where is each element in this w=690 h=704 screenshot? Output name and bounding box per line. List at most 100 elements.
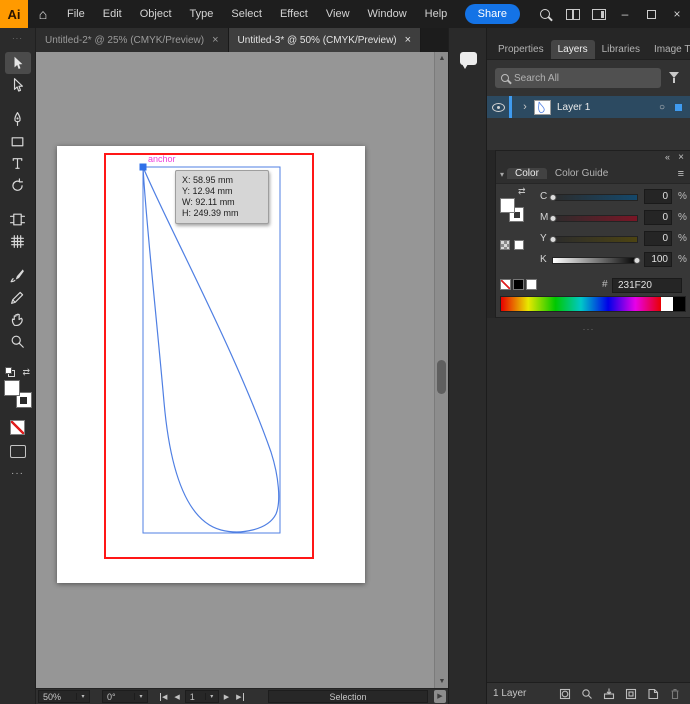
slider-thumb-m[interactable] bbox=[549, 215, 557, 222]
visibility-cell[interactable] bbox=[487, 102, 509, 112]
spectrum-rainbow[interactable] bbox=[501, 297, 662, 311]
slider-track-c[interactable] bbox=[549, 194, 638, 201]
slider-track-y[interactable] bbox=[549, 236, 638, 243]
dock-tab-libraries[interactable]: Libraries bbox=[595, 40, 647, 59]
next-artboard-icon[interactable]: ▶ bbox=[222, 693, 231, 701]
layers-search-input[interactable] bbox=[514, 72, 634, 84]
menu-edit[interactable]: Edit bbox=[94, 0, 131, 28]
zoom-control[interactable]: 50% ▾ bbox=[38, 690, 90, 703]
document-tab-2[interactable]: Untitled-3* @ 50% (CMYK/Preview) × bbox=[228, 28, 422, 52]
pattern-swatch-icon[interactable] bbox=[500, 240, 510, 250]
slider-value-k[interactable]: 100 bbox=[644, 252, 672, 267]
artboard-caret-icon[interactable]: ▾ bbox=[204, 693, 218, 700]
close-button[interactable]: × bbox=[664, 0, 690, 28]
dock-tab-properties[interactable]: Properties bbox=[491, 40, 551, 59]
share-button[interactable]: Share bbox=[464, 4, 520, 24]
rotation-control[interactable]: 0° ▾ bbox=[102, 690, 148, 703]
slider-thumb-c[interactable] bbox=[549, 194, 557, 201]
menu-file[interactable]: File bbox=[58, 0, 94, 28]
layer-name[interactable]: Layer 1 bbox=[557, 102, 659, 113]
menu-object[interactable]: Object bbox=[131, 0, 181, 28]
slider-thumb-k[interactable] bbox=[633, 257, 641, 264]
layers-search-box[interactable] bbox=[495, 68, 661, 88]
layer-thumbnail[interactable] bbox=[534, 99, 551, 115]
artboard-number-control[interactable]: 1 ▾ bbox=[184, 690, 219, 703]
delete-layer-icon[interactable] bbox=[668, 687, 682, 701]
arrange-documents-icon[interactable] bbox=[566, 8, 580, 20]
hand-tool[interactable] bbox=[5, 308, 31, 330]
last-color-swatch[interactable] bbox=[514, 240, 524, 250]
white-swatch[interactable] bbox=[526, 279, 537, 290]
filter-icon[interactable] bbox=[668, 72, 680, 83]
menu-type[interactable]: Type bbox=[181, 0, 223, 28]
slider-track-k[interactable] bbox=[552, 257, 641, 264]
pen-tool[interactable] bbox=[5, 108, 31, 130]
restore-button[interactable] bbox=[638, 0, 664, 28]
swap-fill-stroke-icon[interactable]: ⇄ bbox=[22, 367, 30, 377]
document-tab-1[interactable]: Untitled-2* @ 25% (CMYK/Preview) × bbox=[36, 28, 229, 52]
selection-tool[interactable] bbox=[4, 52, 31, 74]
slider-value-y[interactable]: 0 bbox=[644, 231, 672, 246]
home-icon[interactable]: ⌂ bbox=[28, 6, 58, 22]
type-tool[interactable] bbox=[5, 152, 31, 174]
paintbrush-tool[interactable] bbox=[5, 264, 31, 286]
menu-effect[interactable]: Effect bbox=[271, 0, 317, 28]
chevron-down-icon[interactable]: ▾ bbox=[498, 170, 507, 183]
canvas-vertical-scrollbar[interactable]: ▲ ▼ bbox=[434, 52, 448, 688]
black-swatch[interactable] bbox=[513, 279, 524, 290]
new-layer-icon[interactable] bbox=[646, 687, 660, 701]
slider-thumb-y[interactable] bbox=[549, 236, 557, 243]
scroll-down-icon[interactable]: ▼ bbox=[435, 675, 449, 688]
tab-close-icon[interactable]: × bbox=[405, 34, 411, 46]
layer-row[interactable]: › Layer 1 ○ bbox=[487, 96, 690, 118]
selection-indicator[interactable] bbox=[675, 103, 682, 111]
make-clipping-mask-icon[interactable] bbox=[558, 687, 572, 701]
scroll-up-icon[interactable]: ▲ bbox=[435, 52, 449, 65]
close-panel-icon[interactable]: × bbox=[678, 151, 684, 164]
panel-menu-icon[interactable]: ≡ bbox=[678, 168, 684, 180]
illustrator-logo[interactable]: Ai bbox=[0, 0, 28, 28]
artboard-tool[interactable] bbox=[5, 208, 31, 230]
target-circle-icon[interactable]: ○ bbox=[659, 102, 665, 113]
spectrum-white[interactable] bbox=[661, 297, 674, 311]
zoom-caret-icon[interactable]: ▾ bbox=[76, 693, 89, 700]
scroll-right-icon[interactable]: ▶ bbox=[434, 690, 446, 703]
collect-for-export-icon[interactable] bbox=[602, 687, 616, 701]
pencil-tool[interactable] bbox=[5, 286, 31, 308]
menu-view[interactable]: View bbox=[317, 0, 359, 28]
none-color-button[interactable] bbox=[10, 420, 25, 435]
default-fill-stroke-icon[interactable] bbox=[5, 367, 15, 377]
slider-value-m[interactable]: 0 bbox=[644, 210, 672, 225]
search-icon[interactable] bbox=[540, 9, 550, 19]
dock-tab-image-tra[interactable]: Image Tra bbox=[647, 40, 690, 59]
dock-tab-layers[interactable]: Layers bbox=[550, 40, 595, 59]
minimize-button[interactable]: – bbox=[612, 0, 638, 28]
fill-swatch[interactable] bbox=[500, 198, 515, 213]
color-panel-tab-color-guide[interactable]: Color Guide bbox=[547, 168, 616, 179]
workspace-switcher-icon[interactable] bbox=[592, 8, 606, 20]
first-artboard-icon[interactable]: ◀ bbox=[160, 692, 169, 701]
menu-help[interactable]: Help bbox=[416, 0, 457, 28]
color-spectrum-bar[interactable] bbox=[500, 296, 686, 312]
rectangle-tool[interactable] bbox=[5, 130, 31, 152]
previous-artboard-icon[interactable]: ◀ bbox=[172, 693, 181, 701]
panel-resize-grip[interactable]: ··· bbox=[487, 318, 690, 334]
none-swatch[interactable] bbox=[500, 279, 511, 290]
mesh-tool[interactable] bbox=[5, 230, 31, 252]
canvas-surface[interactable]: anchor X: 58.95 mm Y: 12.94 mm W: 92.11 … bbox=[36, 52, 434, 688]
tab-close-icon[interactable]: × bbox=[212, 34, 218, 46]
menu-select[interactable]: Select bbox=[222, 0, 271, 28]
last-artboard-icon[interactable]: ▶ bbox=[234, 692, 244, 701]
hex-value-field[interactable]: 231F20 bbox=[612, 278, 682, 293]
direct-selection-tool[interactable] bbox=[5, 74, 31, 96]
screen-mode-button[interactable] bbox=[9, 445, 26, 458]
fill-swatch[interactable] bbox=[3, 380, 20, 396]
edit-toolbar-button[interactable]: ··· bbox=[0, 468, 35, 479]
expand-layer-icon[interactable]: › bbox=[518, 101, 532, 113]
vertical-scroll-thumb[interactable] bbox=[437, 360, 446, 394]
collapse-panel-icon[interactable]: « bbox=[665, 151, 670, 164]
new-sublayer-icon[interactable] bbox=[624, 687, 638, 701]
toolbar-grip[interactable]: ··· bbox=[0, 28, 35, 48]
comments-panel-icon[interactable] bbox=[460, 52, 477, 69]
color-panel-tab-color[interactable]: Color bbox=[507, 168, 547, 179]
